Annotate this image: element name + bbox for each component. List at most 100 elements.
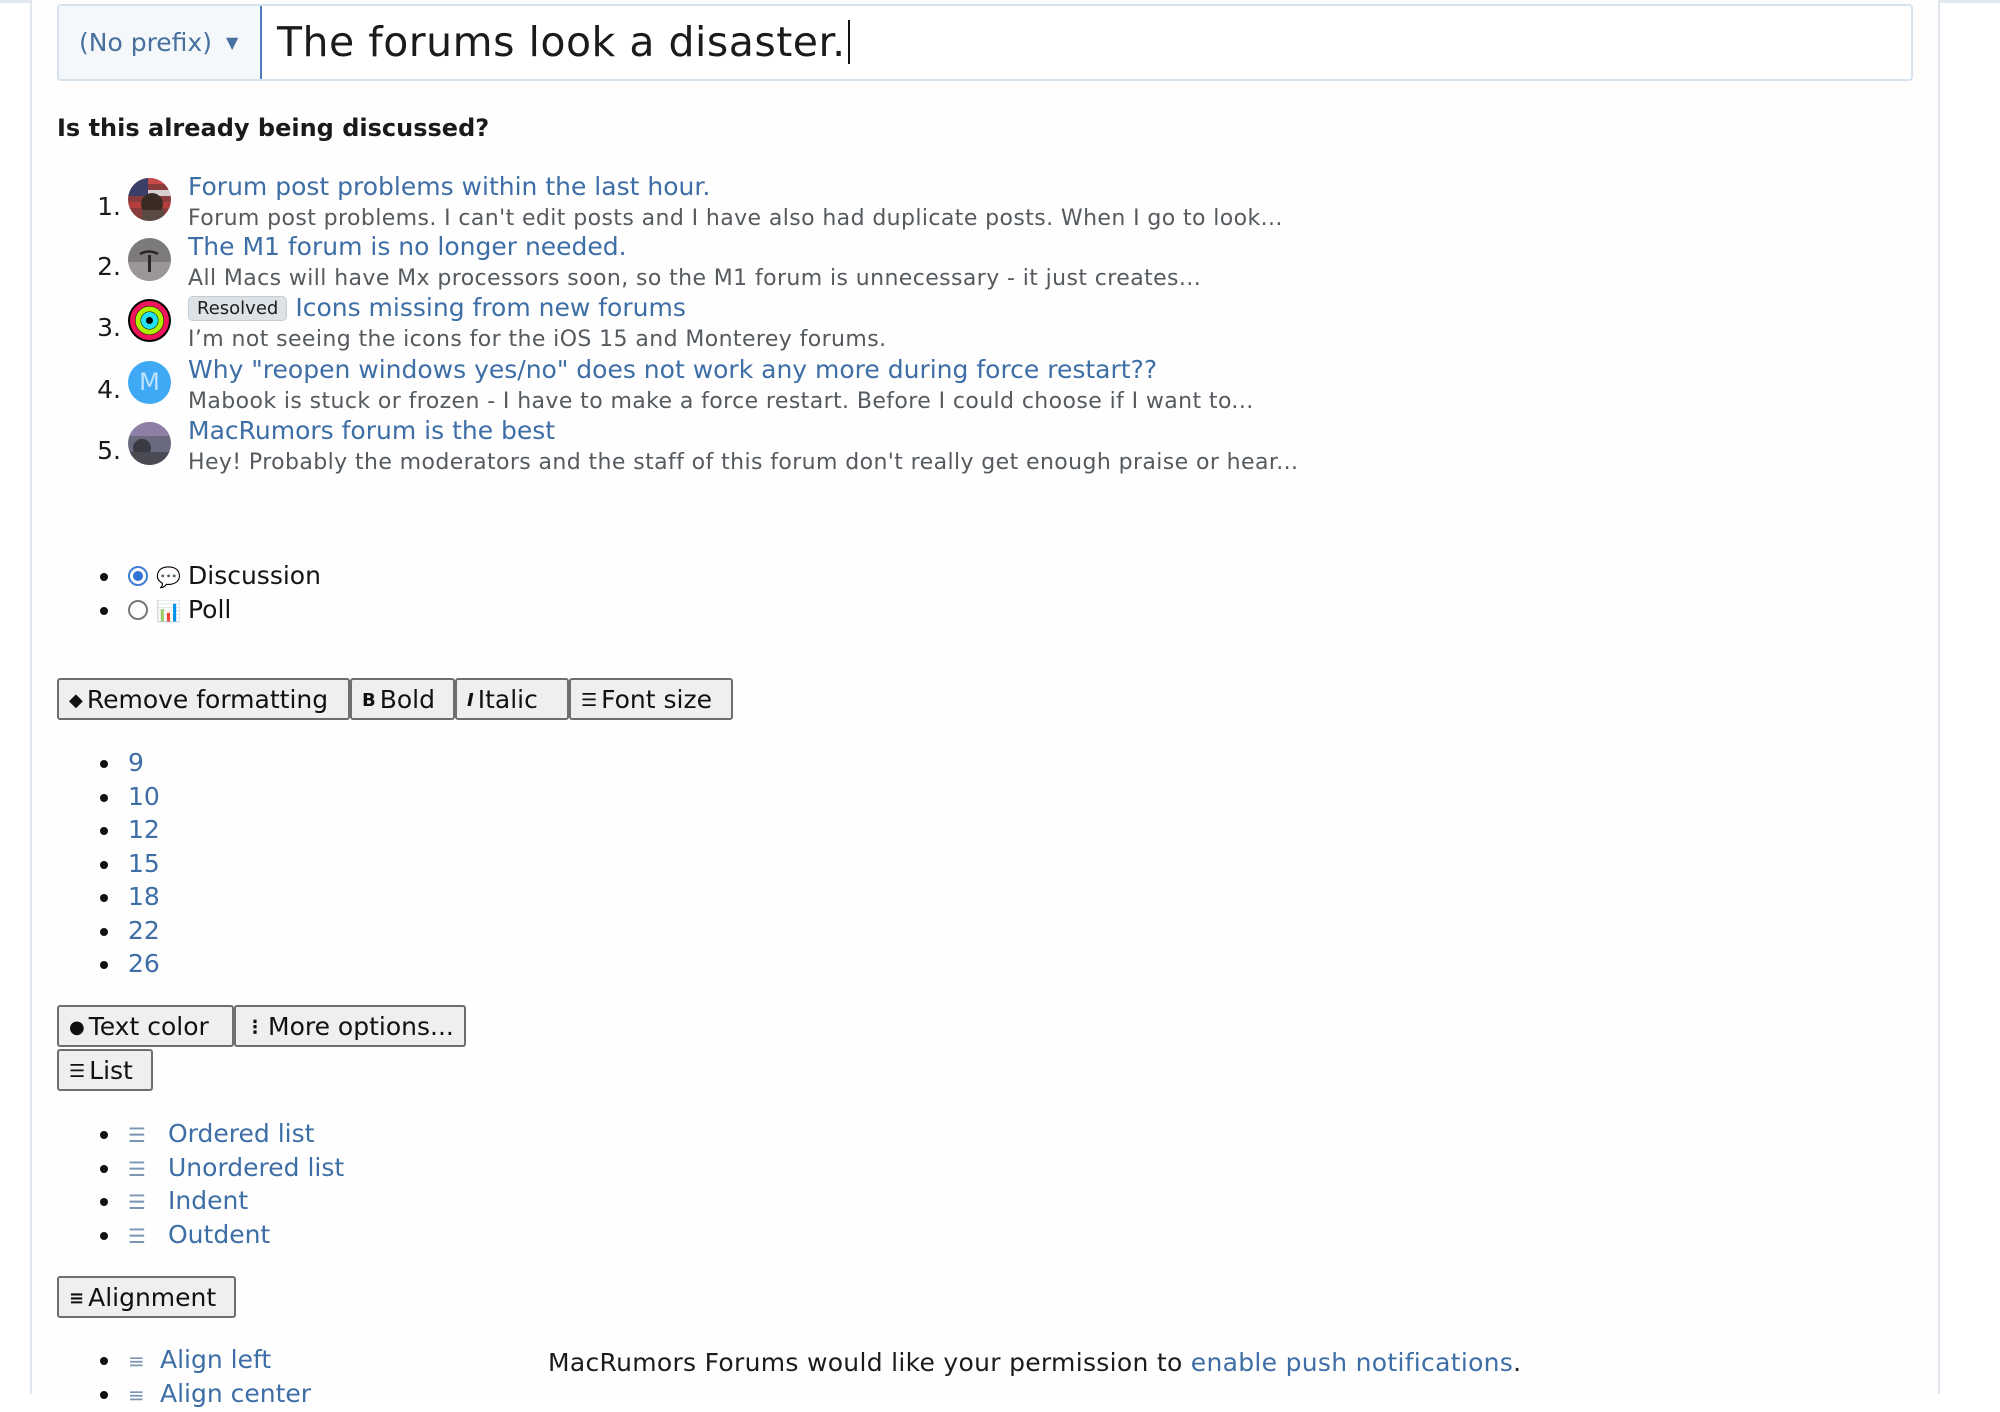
speech-bubbles-icon: 💬 [156,561,180,595]
unordered-list-icon: ☰ [128,1153,158,1187]
prefix-label: (No prefix) [79,28,212,57]
bullet [100,861,108,869]
unordered-list-option[interactable]: ☰ Unordered list [128,1151,344,1185]
more-options-button[interactable]: ⋮More options... [234,1005,466,1047]
thread-number: 4. [93,375,121,404]
align-center-link[interactable]: Align center [160,1379,311,1408]
font-size-link[interactable]: 18 [128,882,160,911]
unordered-list-link[interactable]: Unordered list [168,1153,344,1182]
font-size-option[interactable]: 15 [128,847,160,881]
font-size-option[interactable]: 9 [128,746,160,780]
font-size-link[interactable]: 15 [128,849,160,878]
bullet [100,1232,108,1240]
ordered-list-link[interactable]: Ordered list [168,1119,314,1148]
indent-link[interactable]: Indent [168,1186,248,1215]
align-left-option[interactable]: ≡ Align left [128,1343,311,1377]
push-notification-notice: MacRumors Forums would like your permiss… [548,1348,1521,1377]
similar-thread-item[interactable]: 1. Forum post problems within the last h… [0,178,1400,238]
align-left-icon: ≡ [128,1345,150,1379]
eraser-icon: ◆ [69,681,83,721]
thread-number: 5. [93,436,121,465]
text-cursor [848,20,850,64]
thread-type-list: 💬Discussion 📊 Poll [128,559,321,626]
font-size-link[interactable]: 10 [128,782,160,811]
thread-type-discussion[interactable]: 💬Discussion [128,559,321,593]
bullet [100,894,108,902]
enable-push-link[interactable]: enable push notifications [1191,1348,1513,1377]
thread-title-link[interactable]: ResolvedIcons missing from new forums [188,293,686,322]
font-size-option[interactable]: 22 [128,914,160,948]
bullet [100,1391,108,1399]
palette-icon: ● [69,1008,85,1048]
more-options-label: More options... [268,1012,454,1041]
thread-snippet: I’m not seeing the icons for the iOS 15 … [188,327,886,352]
more-vertical-icon: ⋮ [246,1008,264,1048]
thread-title-link[interactable]: The M1 forum is no longer needed. [188,232,627,261]
font-size-link[interactable]: 9 [128,748,144,777]
indent-icon: ☰ [128,1186,158,1220]
font-size-link[interactable]: 12 [128,815,160,844]
list-label: List [89,1056,133,1085]
outdent-link[interactable]: Outdent [168,1220,270,1249]
similar-thread-item[interactable]: 5. MacRumors forum is the best Hey! Prob… [0,422,1400,482]
alignment-button[interactable]: ≡Alignment [57,1276,236,1318]
text-color-button[interactable]: ●Text color [57,1005,234,1047]
alignment-label: Alignment [88,1283,216,1312]
font-size-button[interactable]: ☰Font size [569,678,733,720]
remove-formatting-label: Remove formatting [87,685,328,714]
font-size-option[interactable]: 12 [128,813,160,847]
bullet [100,1131,108,1139]
bullet [100,760,108,768]
outdent-option[interactable]: ☰ Outdent [128,1218,344,1252]
bullet [100,794,108,802]
poll-radio[interactable] [128,600,148,620]
discussion-radio[interactable] [128,566,148,586]
bullet [100,827,108,835]
ordered-list-icon: ☰ [128,1119,158,1153]
resolved-badge: Resolved [188,296,287,321]
bold-button[interactable]: BBold [350,678,455,720]
font-size-list: 9 10 12 15 18 22 26 [128,746,160,981]
thread-type-poll[interactable]: 📊 Poll [128,593,321,627]
font-size-option[interactable]: 10 [128,780,160,814]
list-button[interactable]: ☰List [57,1049,153,1091]
font-size-link[interactable]: 26 [128,949,160,978]
thread-title-link[interactable]: MacRumors forum is the best [188,416,555,445]
align-center-option[interactable]: ≡ Align center [128,1377,311,1411]
font-size-link[interactable]: 22 [128,916,160,945]
similar-thread-item[interactable]: 3. ResolvedIcons missing from new forums… [0,299,1400,359]
prefix-selector[interactable]: (No prefix)▼ [59,6,262,79]
poll-label: Poll [188,595,231,624]
push-notice-text: MacRumors Forums would like your permiss… [548,1348,1191,1377]
avatar [128,238,171,281]
outdent-icon: ☰ [128,1220,158,1254]
thread-title-input[interactable]: The forums look a disaster. [277,6,850,79]
font-size-option[interactable]: 26 [128,947,160,981]
bullet [100,607,108,615]
similar-thread-item[interactable]: 2. The M1 forum is no longer needed. All… [0,238,1400,298]
avatar [128,422,171,465]
thread-snippet: Hey! Probably the moderators and the sta… [188,450,1298,475]
align-left-link[interactable]: Align left [160,1345,271,1374]
font-size-option[interactable]: 18 [128,880,160,914]
thread-number: 2. [93,252,121,281]
similar-thread-item[interactable]: 4. M Why "reopen windows yes/no" does no… [0,361,1400,421]
remove-formatting-button[interactable]: ◆Remove formatting [57,678,350,720]
align-center-icon: ≡ [128,1379,150,1412]
bullet [100,573,108,581]
italic-label: Italic [478,685,538,714]
thread-title-row: (No prefix)▼ The forums look a disaster. [57,4,1913,81]
thread-number: 3. [93,313,121,342]
bar-chart-icon: 📊 [156,595,180,629]
bullet [100,961,108,969]
thread-snippet: All Macs will have Mx processors soon, s… [188,266,1201,291]
italic-button[interactable]: IItalic [455,678,569,720]
indent-option[interactable]: ☰ Indent [128,1184,344,1218]
thread-title-link[interactable]: Forum post problems within the last hour… [188,172,710,201]
font-size-label: Font size [601,685,712,714]
ordered-list-option[interactable]: ☰ Ordered list [128,1117,344,1151]
thread-snippet: Mabook is stuck or frozen - I have to ma… [188,389,1254,414]
bullet [100,1198,108,1206]
thread-snippet: Forum post problems. I can't edit posts … [188,206,1283,231]
thread-title-link[interactable]: Why "reopen windows yes/no" does not wor… [188,355,1157,384]
